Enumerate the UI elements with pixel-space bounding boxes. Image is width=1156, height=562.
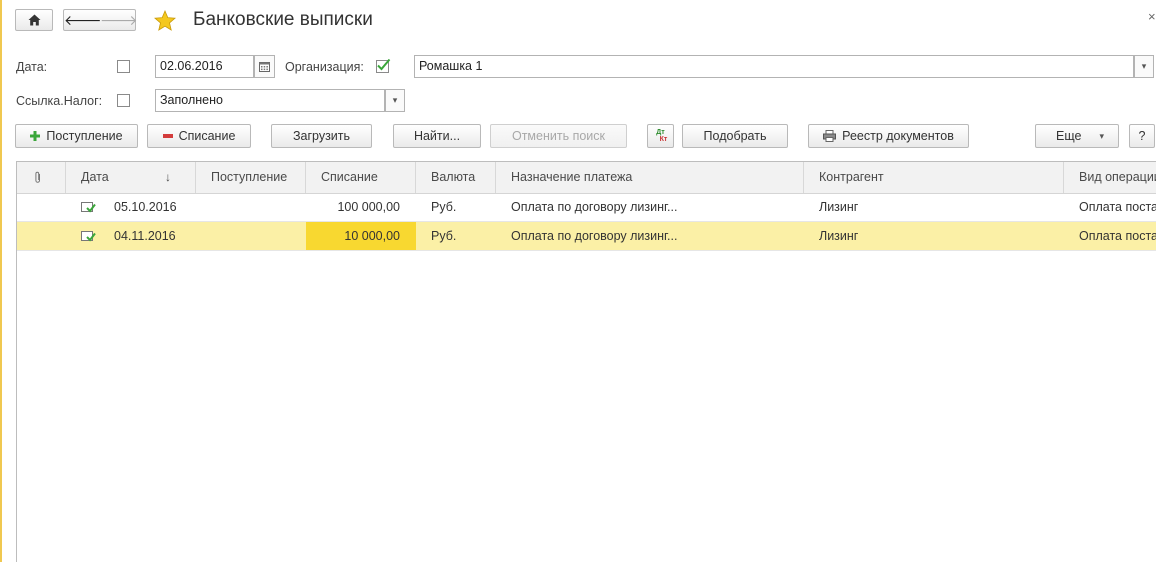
statements-table: Дата ↓ Поступление Списание Валюта Назна… (16, 161, 1156, 562)
row-counterparty: Лизинг (819, 229, 859, 243)
table-row-selected[interactable]: 04.11.2016 10 000,00 Руб. Оплата по дого… (17, 222, 1156, 251)
dt-icon: Дт (656, 129, 665, 136)
home-button[interactable] (15, 9, 53, 31)
row-currency: Руб. (431, 229, 457, 243)
checkmark-icon (377, 58, 391, 71)
forward-button[interactable]: 🡒 (100, 12, 138, 29)
row-writeoff-active-cell[interactable]: 10 000,00 (306, 222, 416, 250)
minus-icon (162, 134, 173, 138)
find-button[interactable]: Найти... (393, 124, 481, 148)
link-tax-label: Ссылка.Налог: (16, 94, 103, 108)
writeoff-column-header[interactable]: Списание (306, 162, 416, 193)
load-button[interactable]: Загрузить (271, 124, 372, 148)
organization-dropdown-button[interactable]: ▾ (1134, 55, 1154, 78)
writeoff-button[interactable]: Списание (147, 124, 251, 148)
date-label: Дата: (16, 60, 48, 74)
star-icon[interactable] (154, 10, 176, 31)
calendar-button[interactable] (254, 55, 275, 78)
more-button-label: Еще (1056, 129, 1082, 143)
calendar-icon (259, 61, 270, 72)
dt-kt-button[interactable]: Дт Кт (647, 124, 674, 148)
close-icon[interactable]: × (1148, 9, 1156, 24)
row-operation: Оплата поставщику (1079, 200, 1156, 214)
home-icon (28, 14, 40, 26)
receipt-column-header[interactable]: Поступление (196, 162, 306, 193)
pick-button[interactable]: Подобрать (682, 124, 788, 148)
purpose-column-header[interactable]: Назначение платежа (496, 162, 804, 193)
table-row[interactable]: 05.10.2016 100 000,00 Руб. Оплата по дог… (17, 193, 1156, 222)
sort-arrow-icon: ↓ (165, 170, 171, 184)
posted-document-icon (81, 202, 96, 213)
row-currency: Руб. (431, 200, 457, 214)
kt-icon: Кт (659, 136, 668, 143)
paperclip-icon (35, 171, 40, 183)
chevron-down-icon: ▾ (392, 95, 398, 105)
receipt-button[interactable]: Поступление (15, 124, 138, 148)
page-title: Банковские выписки (193, 9, 373, 30)
registry-button[interactable]: Реестр документов (808, 124, 969, 148)
row-purpose: Оплата по договору лизинг... (511, 229, 678, 243)
window-edge (0, 0, 2, 562)
row-receipt (196, 193, 306, 221)
printer-icon (823, 130, 837, 142)
operation-column-header[interactable]: Вид операции (1064, 162, 1156, 193)
back-button[interactable]: 🡐 (64, 12, 102, 29)
link-tax-field[interactable]: Заполнено (155, 89, 385, 112)
date-field[interactable]: 02.06.2016 (155, 55, 254, 78)
attachment-column-header[interactable] (17, 162, 66, 193)
row-date: 04.11.2016 (114, 229, 176, 243)
organization-field[interactable]: Ромашка 1 (414, 55, 1134, 78)
row-writeoff: 100 000,00 (337, 200, 400, 214)
row-date: 05.10.2016 (114, 200, 177, 214)
cancel-search-button[interactable]: Отменить поиск (490, 124, 627, 148)
organization-checkbox[interactable] (376, 58, 391, 73)
date-checkbox[interactable] (117, 60, 130, 73)
registry-button-label: Реестр документов (842, 129, 954, 143)
counterparty-column-header[interactable]: Контрагент (804, 162, 1064, 193)
help-button[interactable]: ? (1129, 124, 1155, 148)
link-tax-checkbox[interactable] (117, 94, 130, 107)
plus-icon (30, 131, 41, 141)
row-operation: Оплата поставщику (1079, 229, 1156, 243)
row-receipt (196, 222, 306, 250)
table-header: Дата ↓ Поступление Списание Валюта Назна… (17, 162, 1156, 194)
history-nav: 🡐 🡒 (63, 9, 138, 31)
organization-label: Организация: (285, 60, 364, 74)
row-purpose: Оплата по договору лизинг... (511, 200, 678, 214)
link-tax-dropdown-button[interactable]: ▾ (385, 89, 405, 112)
writeoff-button-label: Списание (178, 129, 236, 143)
posted-document-icon (81, 231, 96, 242)
date-column-header[interactable]: Дата ↓ (66, 162, 196, 193)
chevron-down-icon: ▾ (1141, 61, 1147, 71)
row-counterparty: Лизинг (819, 200, 859, 214)
more-button[interactable]: Еще ▾ (1035, 124, 1119, 148)
chevron-down-icon: ▾ (1099, 130, 1104, 141)
receipt-button-label: Поступление (46, 129, 123, 143)
currency-column-header[interactable]: Валюта (416, 162, 496, 193)
